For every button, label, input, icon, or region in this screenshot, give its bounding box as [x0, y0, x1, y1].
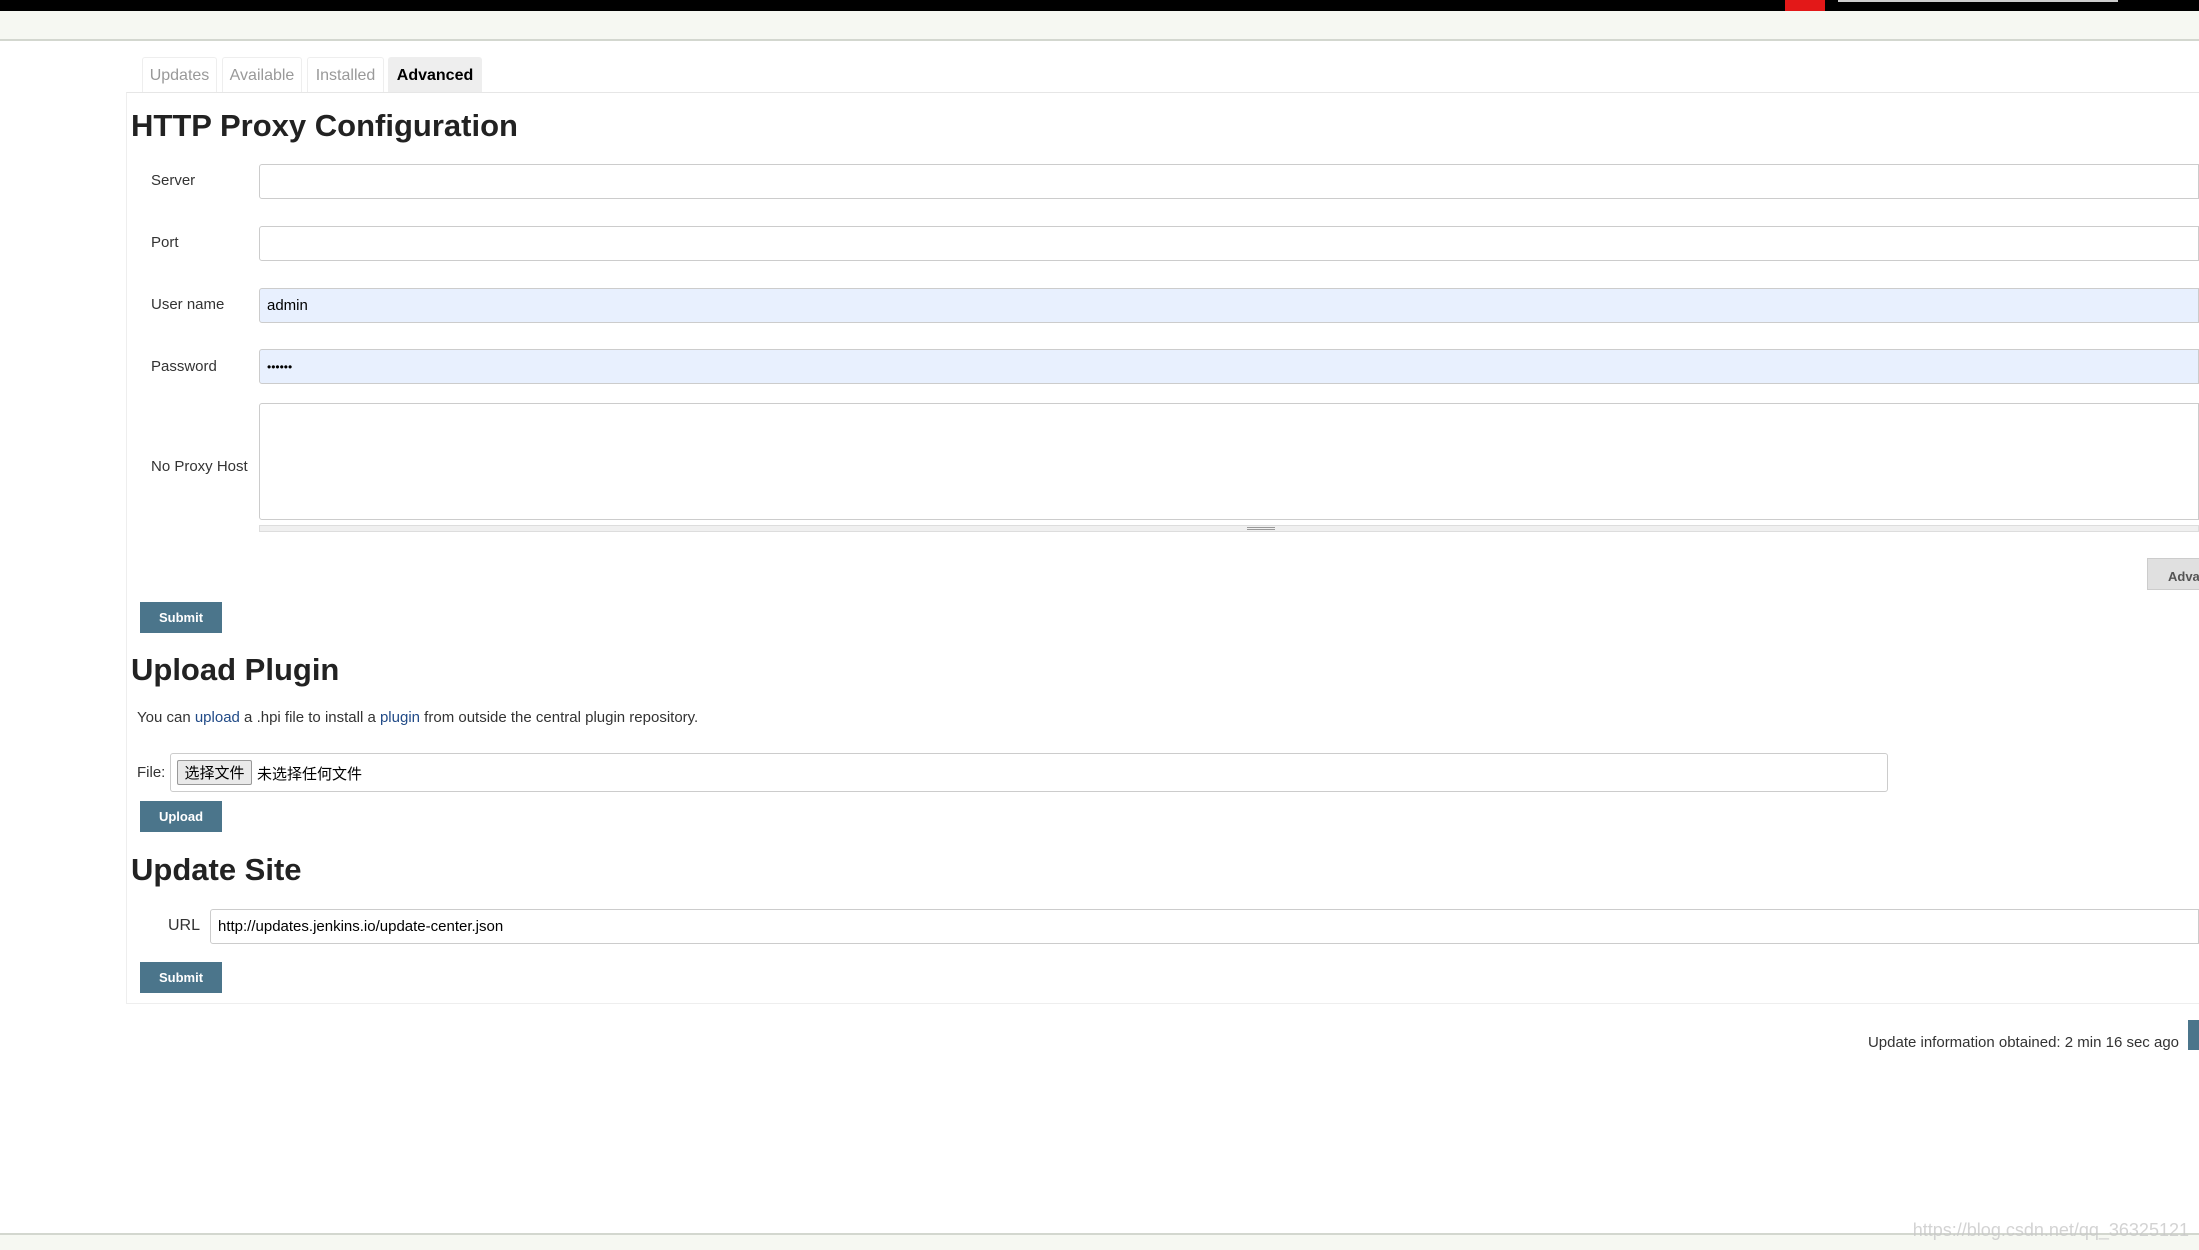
footer-bar: [0, 1233, 2199, 1250]
proxy-submit-button[interactable]: Submit: [140, 602, 222, 633]
tab-available[interactable]: Available: [222, 57, 302, 93]
upload-button[interactable]: Upload: [140, 801, 222, 832]
grip-icon: [1247, 527, 1275, 530]
desc-text: a .hpi file to install a: [239, 709, 380, 726]
server-input[interactable]: [259, 164, 2199, 199]
url-input[interactable]: http://updates.jenkins.io/update-center.…: [210, 909, 2199, 944]
tab-updates[interactable]: Updates: [142, 57, 217, 93]
no-proxy-host-label: No Proxy Host: [151, 458, 248, 475]
tab-advanced[interactable]: Advanced: [388, 57, 482, 93]
file-input-box: [170, 753, 1888, 792]
server-label: Server: [151, 172, 196, 189]
no-file-text: 未选择任何文件: [257, 766, 363, 783]
upload-plugin-title: Upload Plugin: [131, 652, 340, 687]
check-now-button[interactable]: [2188, 1020, 2199, 1050]
desc-text: from outside the central plugin reposito…: [420, 709, 699, 726]
proxy-title: HTTP Proxy Configuration: [131, 108, 518, 143]
watermark: https://blog.csdn.net/qq_36325121: [1912, 1220, 2189, 1240]
textarea-resize-handle[interactable]: [259, 525, 2199, 532]
update-site-submit-button[interactable]: Submit: [140, 962, 222, 993]
update-info-text: Update information obtained: 2 min 16 se…: [1867, 1034, 2179, 1051]
desc-text: You can: [137, 709, 195, 726]
plugin-link[interactable]: plugin: [380, 709, 420, 726]
choose-file-button[interactable]: 选择文件: [177, 760, 252, 785]
username-input[interactable]: admin: [259, 288, 2199, 323]
header-red-block: [1785, 0, 1825, 11]
update-site-title: Update Site: [131, 852, 302, 887]
upload-link[interactable]: upload: [195, 709, 240, 726]
password-label: Password: [151, 358, 217, 375]
port-label: Port: [151, 234, 179, 251]
header-search-bar[interactable]: [1838, 0, 2118, 2]
tab-installed[interactable]: Installed: [307, 57, 384, 93]
username-label: User name: [151, 296, 225, 313]
breadcrumb-bar: [0, 11, 2199, 41]
port-input[interactable]: [259, 226, 2199, 261]
url-label: URL: [168, 917, 201, 934]
advanced-button[interactable]: Advanced...: [2147, 558, 2199, 590]
file-label: File:: [137, 764, 166, 781]
upload-description: You can upload a .hpi file to install a …: [137, 709, 698, 726]
no-proxy-host-textarea[interactable]: [259, 403, 2199, 520]
password-input[interactable]: ••••••: [259, 349, 2199, 384]
